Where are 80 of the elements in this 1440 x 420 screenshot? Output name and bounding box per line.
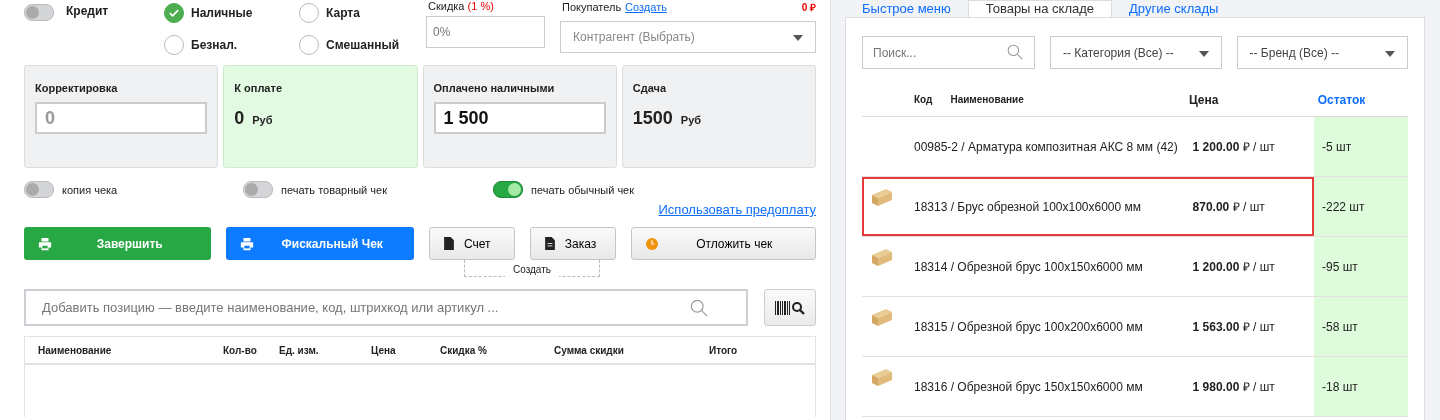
document-icon bbox=[544, 237, 555, 250]
prepayment-link[interactable]: Использовать предоплату bbox=[658, 202, 816, 217]
column-header: Итого bbox=[709, 344, 738, 356]
add-item-search-field[interactable]: Добавить позицию — введите наименование, код, штрихкод или артикул ... bbox=[24, 289, 748, 326]
radio-button[interactable] bbox=[164, 3, 184, 23]
stock-quantity: -58 шт bbox=[1314, 297, 1408, 356]
product-name[interactable]: 18316 / Обрезной брус 150x150x6000 мм bbox=[914, 376, 1193, 397]
amount-field[interactable]: 0 bbox=[35, 102, 208, 134]
buyer-label: Покупатель bbox=[562, 1, 622, 13]
caret-icon bbox=[1198, 50, 1209, 57]
payment-method-label: Смешанный bbox=[326, 38, 399, 52]
stock-quantity: -222 шт bbox=[1314, 177, 1408, 236]
product-price: 1 200.00 ₽ / шт bbox=[1192, 259, 1276, 275]
card-title: Оплачено наличными bbox=[433, 82, 556, 94]
buyer-amount: 0 ₽ bbox=[801, 1, 816, 14]
discount-label: Скидка (1 %) bbox=[428, 0, 495, 12]
product-name[interactable]: 00985-2 / Арматура композитная АКС 8 мм (42) bbox=[914, 136, 1193, 157]
card-title: Корректировка bbox=[35, 82, 119, 94]
amount-value: 0 bbox=[234, 108, 245, 129]
product-name[interactable]: 18313 / Брус обрезной 100x100x6000 мм bbox=[914, 196, 1193, 217]
create-caption: Создать bbox=[505, 264, 559, 278]
tab[interactable]: Товары на складе bbox=[967, 0, 1113, 17]
print-toggle[interactable] bbox=[243, 181, 273, 198]
product-search-field[interactable]: Поиск... bbox=[862, 36, 1035, 69]
card-title: Сдача bbox=[632, 82, 668, 94]
currency-unit: Руб bbox=[680, 114, 702, 126]
credit-toggle[interactable] bbox=[24, 4, 54, 21]
column-header: Сумма скидки bbox=[554, 344, 624, 356]
barcode-search-button[interactable] bbox=[764, 289, 816, 326]
product-name[interactable]: 18314 / Обрезной брус 100x150x6000 мм bbox=[914, 256, 1193, 277]
payment-method-label: Безнал. bbox=[191, 38, 238, 52]
credit-label: Кредит bbox=[66, 4, 109, 18]
printer-icon bbox=[240, 236, 255, 251]
product-price: 1 980.00 ₽ / шт bbox=[1192, 379, 1276, 395]
column-header: Код bbox=[914, 93, 933, 107]
column-header[interactable]: Остаток bbox=[1309, 93, 1408, 107]
payment-method-label: Наличные bbox=[191, 6, 253, 20]
print-toggle[interactable] bbox=[24, 181, 54, 198]
caret-icon bbox=[1385, 50, 1395, 57]
discount-field[interactable]: 0% bbox=[426, 16, 545, 48]
tab[interactable]: Другие склады bbox=[1112, 1, 1236, 17]
stock-quantity: -18 шт bbox=[1314, 357, 1408, 416]
product-name[interactable]: 18315 / Обрезной брус 100x200x6000 мм bbox=[914, 316, 1193, 337]
product-price: 870.00 ₽ / шт bbox=[1192, 199, 1266, 215]
toggle-label: печать обычный чек bbox=[531, 183, 635, 196]
clock-icon bbox=[645, 237, 658, 250]
search-icon bbox=[1007, 44, 1023, 60]
document-icon bbox=[443, 237, 454, 250]
action-button[interactable]: Заказ bbox=[529, 227, 616, 260]
action-button[interactable]: Отложить чек bbox=[630, 227, 816, 260]
column-header: Цена bbox=[371, 344, 396, 356]
caret-icon bbox=[793, 35, 803, 41]
stock-quantity: -5 шт bbox=[1314, 117, 1408, 176]
column-header: Кол-во bbox=[223, 344, 257, 356]
tab[interactable]: Быстрое меню bbox=[845, 1, 968, 17]
amount-field[interactable]: 1 500 bbox=[433, 102, 606, 134]
column-header: Скидка % bbox=[440, 344, 487, 356]
card-title: К оплате bbox=[234, 82, 283, 94]
product-price: 1 563.00 ₽ / шт bbox=[1192, 319, 1276, 335]
action-button[interactable]: Счет bbox=[428, 227, 515, 260]
product-price: 1 200.00 ₽ / шт bbox=[1192, 139, 1276, 155]
toggle-label: печать товарный чек bbox=[281, 183, 387, 196]
toggle-label: копия чека bbox=[62, 183, 118, 196]
print-toggle[interactable] bbox=[493, 181, 523, 198]
column-header: Наименование bbox=[950, 93, 1024, 107]
action-button[interactable]: Фискальный Чек bbox=[226, 227, 414, 260]
barcode-search-icon bbox=[774, 299, 806, 316]
counterparty-select[interactable]: Контрагент (Выбрать) bbox=[560, 21, 816, 53]
amount-value: 1500 bbox=[632, 108, 673, 129]
payment-method-label: Карта bbox=[326, 6, 360, 20]
currency-unit: Руб bbox=[252, 114, 273, 126]
column-header: Цена bbox=[1188, 93, 1220, 107]
brand-select[interactable]: -- Бренд (Все) -- bbox=[1236, 36, 1408, 69]
printer-icon bbox=[38, 236, 52, 251]
search-icon bbox=[690, 299, 708, 317]
create-buyer-link[interactable]: Создать bbox=[625, 1, 667, 13]
column-header: Наименование bbox=[38, 344, 112, 356]
stock-quantity: -95 шт bbox=[1314, 237, 1408, 296]
column-header: Ед. изм. bbox=[279, 344, 319, 356]
category-select[interactable]: -- Категория (Все) -- bbox=[1050, 36, 1222, 69]
